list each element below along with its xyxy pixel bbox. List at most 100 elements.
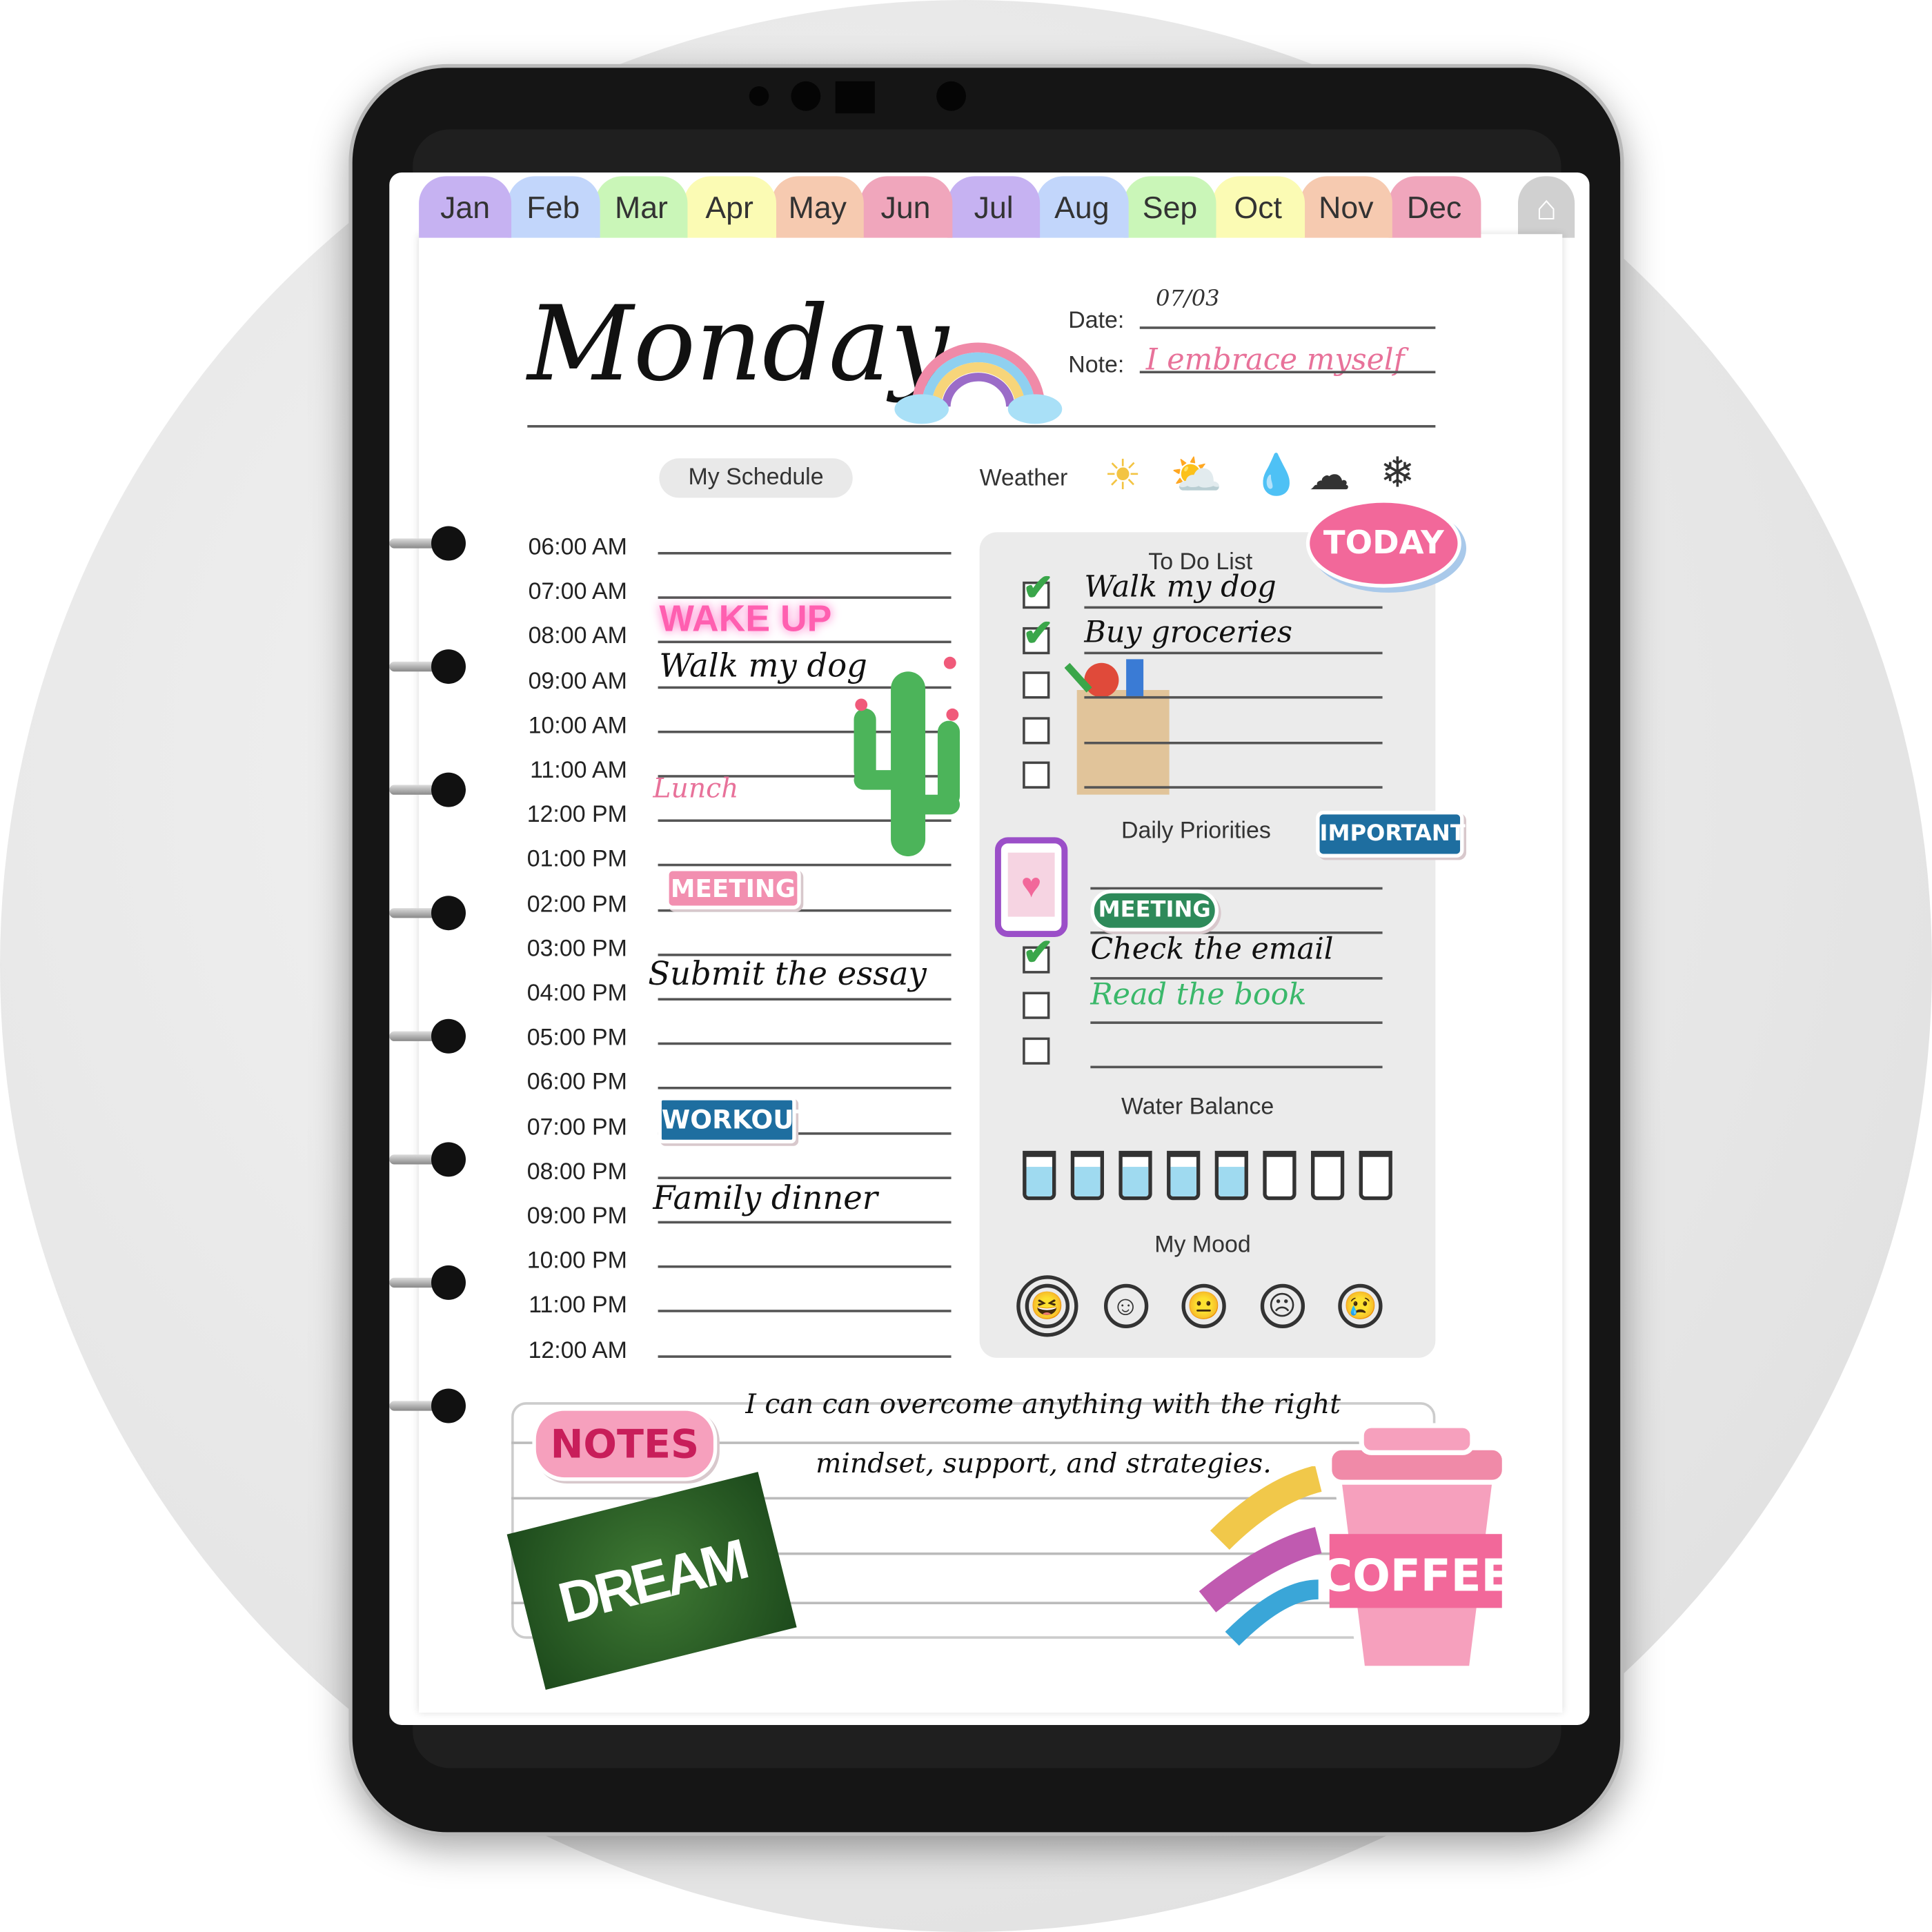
schedule-line[interactable] (658, 1176, 952, 1179)
time-label: 08:00 AM (528, 624, 627, 650)
schedule-line[interactable] (658, 1310, 952, 1313)
todo-checkbox[interactable] (1023, 671, 1050, 699)
time-label: 07:00 AM (528, 579, 627, 606)
time-label: 12:00 AM (528, 1337, 627, 1364)
priority-checkbox[interactable] (1023, 992, 1050, 1019)
water-glass[interactable] (1070, 1150, 1104, 1201)
time-label: 02:00 PM (526, 891, 627, 918)
day-title: Monday (527, 283, 949, 404)
binder-ring (389, 1388, 466, 1423)
schedule-entry[interactable]: Submit the essay (648, 956, 927, 994)
weather-label: Weather (979, 465, 1068, 492)
raindrop-icon[interactable]: 💧 (1252, 451, 1301, 498)
schedule-line[interactable] (658, 1265, 952, 1268)
todo-checkbox[interactable] (1023, 716, 1050, 744)
home-icon[interactable]: ⌂ (1517, 176, 1575, 238)
schedule-line[interactable] (658, 641, 952, 644)
crying-icon[interactable]: 😢 (1338, 1283, 1383, 1328)
smile-icon[interactable]: ☺ (1103, 1283, 1148, 1328)
tab-nov[interactable]: Nov (1299, 176, 1392, 238)
schedule-line[interactable] (658, 1043, 952, 1045)
camera-lens (791, 81, 821, 111)
water-glass[interactable] (1263, 1150, 1297, 1201)
ring-knob (431, 1388, 466, 1423)
priority-item-text[interactable]: Read the book (1090, 977, 1306, 1012)
sun-icon[interactable]: ☀ (1104, 451, 1141, 500)
tab-dec[interactable]: Dec (1388, 176, 1481, 238)
water-fill (1219, 1167, 1245, 1196)
schedule-line[interactable] (658, 1221, 952, 1224)
date-value[interactable]: 07/03 (1156, 286, 1220, 311)
schedule-entry[interactable]: Family dinner (653, 1181, 878, 1218)
water-glass[interactable] (1359, 1150, 1392, 1201)
neutral-icon[interactable]: 😐 (1181, 1283, 1226, 1328)
priority-line (1090, 1021, 1383, 1024)
tab-mar[interactable]: Mar (595, 176, 688, 238)
laughing-icon[interactable]: 😆 (1025, 1283, 1070, 1328)
daily-page: Monday Date: 07/03 Note: I embrace mysel… (419, 234, 1563, 1713)
snowflake-icon[interactable]: ❄ (1380, 448, 1415, 497)
checkmark-icon: ✔ (1023, 932, 1054, 974)
schedule-line[interactable] (658, 864, 952, 867)
tab-may[interactable]: May (771, 176, 864, 238)
ring-knob (431, 649, 466, 684)
cactus-sticker (854, 656, 960, 857)
water-glass[interactable] (1167, 1150, 1201, 1201)
schedule-entry[interactable]: Walk my dog (659, 648, 867, 685)
notes-text-line-1[interactable]: I can can overcome anything with the rig… (745, 1390, 1341, 1421)
tab-jun[interactable]: Jun (859, 176, 952, 238)
todo-line (1084, 741, 1383, 744)
water-glass[interactable] (1023, 1150, 1056, 1201)
schedule-entry[interactable]: Lunch (653, 773, 738, 805)
time-label: 09:00 AM (528, 668, 627, 695)
cloud-icon[interactable]: ☁ (1308, 451, 1350, 500)
todo-item-text[interactable]: Buy groceries (1084, 614, 1292, 649)
tab-feb[interactable]: Feb (506, 176, 600, 238)
coffee-cup-sticker: COFFEE (1320, 1423, 1511, 1673)
tab-apr[interactable]: Apr (683, 176, 776, 238)
mood-title: My Mood (1154, 1232, 1251, 1259)
camera-lens (936, 81, 966, 111)
tab-jul[interactable]: Jul (947, 176, 1041, 238)
tab-sep[interactable]: Sep (1123, 176, 1216, 238)
time-label: 10:00 PM (526, 1248, 627, 1274)
todo-line (1084, 696, 1383, 699)
sensor-block (835, 81, 875, 114)
binder-ring (389, 649, 466, 684)
priority-line (1090, 1065, 1383, 1069)
schedule-line[interactable] (658, 1087, 952, 1090)
grocery-bag-sticker (1064, 659, 1170, 795)
water-fill (1122, 1167, 1149, 1196)
rainbow-sticker (894, 342, 1063, 424)
priorities-title: Daily Priorities (1121, 818, 1271, 845)
tab-aug[interactable]: Aug (1035, 176, 1128, 238)
schedule-line[interactable] (658, 998, 952, 1000)
tab-oct[interactable]: Oct (1212, 176, 1305, 238)
priority-item-text[interactable]: Check the email (1090, 931, 1333, 966)
time-label: 06:00 AM (528, 534, 627, 561)
todo-line (1084, 606, 1383, 609)
time-label: 08:00 PM (526, 1159, 627, 1185)
date-label: Date: (1068, 308, 1125, 334)
time-label: 09:00 PM (526, 1203, 627, 1230)
paint-strokes-decoration (1199, 1466, 1322, 1646)
sad-icon[interactable]: ☹ (1259, 1283, 1305, 1328)
sensor-dot (749, 86, 769, 106)
water-glass[interactable] (1214, 1150, 1248, 1201)
workout-sticker: WORKOUT (658, 1096, 811, 1144)
schedule-line[interactable] (658, 1354, 952, 1358)
priority-checkbox[interactable] (1023, 1037, 1050, 1065)
todo-line (1084, 786, 1383, 789)
ring-knob (431, 526, 466, 561)
water-glass[interactable] (1310, 1150, 1345, 1201)
water-glass[interactable] (1118, 1150, 1152, 1201)
time-label: 07:00 PM (526, 1114, 627, 1141)
time-label: 01:00 PM (526, 847, 627, 873)
tab-jan[interactable]: Jan (419, 176, 512, 238)
schedule-line[interactable] (658, 551, 952, 555)
todo-checkbox[interactable] (1023, 761, 1050, 789)
wake-up-sticker: WAKE UP (659, 598, 832, 640)
todo-item-text[interactable]: Walk my dog (1084, 569, 1276, 604)
notes-sticker: NOTES (532, 1407, 718, 1481)
partly-cloudy-icon[interactable]: ⛅ (1170, 451, 1223, 500)
